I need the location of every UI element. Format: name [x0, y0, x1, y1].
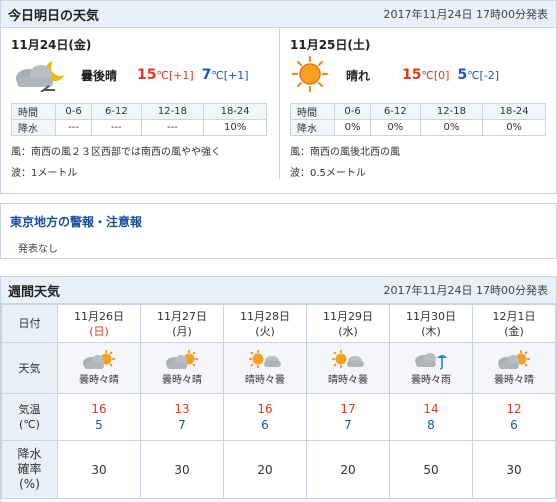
day-date: 11月24日(金)	[11, 38, 92, 52]
low-temp: 5℃[-2]	[457, 67, 500, 83]
time-label: 時間	[290, 103, 335, 120]
week-weather-cell: 晴時々曇	[306, 342, 390, 394]
rain-value-cell: ---	[54, 119, 93, 136]
low-temp-diff: [+1]	[223, 69, 249, 82]
week-weather-cell: 晴時々曇	[223, 342, 307, 394]
week-pop-cell: 30	[472, 440, 556, 499]
rain-label: 降水	[290, 119, 335, 136]
period-cell: 12-18	[419, 103, 484, 120]
weekly-table: 日付 11月26日 (日) 11月27日 (月) 11月28日 (火) 11月29日(…	[1, 304, 556, 499]
forecast-day-today: 11月24日(金) 曇後晴 15℃[+1] 7℃[+1] 時間 0-6 6-12…	[1, 28, 279, 179]
rain-label: 降水	[11, 119, 56, 136]
weekly-panel: 週間天気 2017年11月24日 17時00分発表 日付 11月26日 (日) 1…	[0, 276, 557, 502]
high-temp: 15℃[0]	[402, 67, 450, 83]
week-date-cell: 11月26日 (日)	[57, 304, 141, 343]
period-cell: 12-18	[140, 103, 205, 120]
high-temp-diff: [+1]	[168, 69, 194, 82]
today-tomorrow-panel: 今日明日の天気 2017年11月24日 17時00分発表 11月24日(金) 曇…	[0, 0, 557, 194]
week-date-cell: 11月30日 (木)	[389, 304, 473, 343]
row-label-weather: 天気	[1, 342, 58, 394]
wind-text: 風：南西の風後北西の風	[290, 147, 400, 158]
weekly-issued-time: 2017年11月24日 17時00分発表	[383, 284, 548, 297]
week-weather-cell: 曇時々晴	[140, 342, 224, 394]
high-temp-diff: [0]	[433, 69, 450, 82]
warnings-title-link[interactable]: 東京地方の警報・注意報	[1, 204, 556, 230]
week-weather-cell: 曇時々晴	[57, 342, 141, 394]
rain-chance-table: 時間 0-6 6-12 12-18 18-24 降水 0% 0% 0% 0%	[290, 103, 546, 136]
week-temp-cell: 13 7	[140, 393, 224, 441]
rain-chance-table: 時間 0-6 6-12 12-18 18-24 降水 --- --- --- 1…	[11, 103, 267, 136]
weekly-header: 週間天気 2017年11月24日 17時00分発表	[1, 277, 556, 304]
period-cell: 0-6	[54, 103, 93, 120]
wave-text: 波：0.5メートル	[290, 168, 366, 179]
rain-value-cell: 10%	[203, 119, 267, 136]
today-tomorrow-header: 今日明日の天気 2017年11月24日 17時00分発表	[1, 1, 556, 28]
sunny-sometimes-cloudy-icon	[249, 350, 281, 368]
week-date-cell: 11月27日 (月)	[140, 304, 224, 343]
cloudy-then-clear-night-icon	[11, 56, 73, 95]
row-label-temp: 気温 (℃)	[1, 393, 58, 441]
low-temp-diff: [-2]	[479, 69, 500, 82]
low-temp: 7℃[+1]	[201, 67, 249, 83]
time-label: 時間	[11, 103, 56, 120]
rain-value-cell: 0%	[370, 119, 421, 136]
week-pop-cell: 30	[57, 440, 141, 499]
rain-value-cell: 0%	[333, 119, 372, 136]
period-cell: 6-12	[91, 103, 142, 120]
cloudy-sometimes-sunny-icon	[83, 350, 115, 369]
week-date-cell: 11月29日 (水)	[306, 304, 390, 343]
warnings-status-text: 発表なし	[18, 244, 58, 255]
rain-value-cell: 0%	[419, 119, 484, 136]
rain-value-cell: ---	[91, 119, 142, 136]
week-pop-cell: 50	[389, 440, 473, 499]
period-cell: 6-12	[370, 103, 421, 120]
week-temp-cell: 16 5	[57, 393, 141, 441]
day-telop: 晴れ	[346, 68, 371, 83]
week-date-cell: 11月28日 (火)	[223, 304, 307, 343]
day-telop: 曇後晴	[81, 68, 118, 83]
week-temp-cell: 16 6	[223, 393, 307, 441]
week-pop-cell: 30	[140, 440, 224, 499]
period-cell: 0-6	[333, 103, 372, 120]
week-temp-cell: 12 6	[472, 393, 556, 441]
sunny-sometimes-cloudy-icon	[332, 350, 364, 368]
cloudy-sometimes-rain-icon	[415, 353, 447, 370]
wind-text: 風：南西の風２３区西部では南西の風やや強く	[11, 147, 221, 158]
week-pop-cell: 20	[223, 440, 307, 499]
rain-value-cell: 0%	[482, 119, 546, 136]
rain-value-cell: ---	[140, 119, 205, 136]
today-tomorrow-issued-time: 2017年11月24日 17時00分発表	[383, 8, 548, 21]
week-weather-cell: 曇時々晴	[472, 342, 556, 394]
period-cell: 18-24	[482, 103, 546, 120]
cloudy-sometimes-sunny-icon	[166, 350, 198, 369]
forecast-day-tomorrow: 11月25日(土) 晴れ 15℃[0] 5℃[-2] 時間 0-6 6-12 1…	[279, 28, 556, 179]
weekly-title: 週間天気	[8, 284, 61, 300]
today-tomorrow-title: 今日明日の天気	[8, 8, 100, 24]
day-date: 11月25日(土)	[290, 38, 371, 52]
wave-text: 波：1メートル	[11, 168, 78, 179]
week-temp-cell: 14 8	[389, 393, 473, 441]
row-label-precip-chance: 降水 確率 (%)	[1, 440, 58, 499]
week-date-cell: 12月1日 (金)	[472, 304, 556, 343]
sunny-icon	[290, 55, 330, 95]
period-cell: 18-24	[203, 103, 267, 120]
warnings-panel: 東京地方の警報・注意報 発表なし	[0, 203, 557, 259]
week-temp-cell: 17 7	[306, 393, 390, 441]
cloudy-sometimes-sunny-icon	[498, 350, 530, 369]
week-weather-cell: 曇時々雨	[389, 342, 473, 394]
row-label-date: 日付	[1, 304, 58, 343]
week-pop-cell: 20	[306, 440, 390, 499]
high-temp: 15℃[+1]	[137, 67, 194, 83]
